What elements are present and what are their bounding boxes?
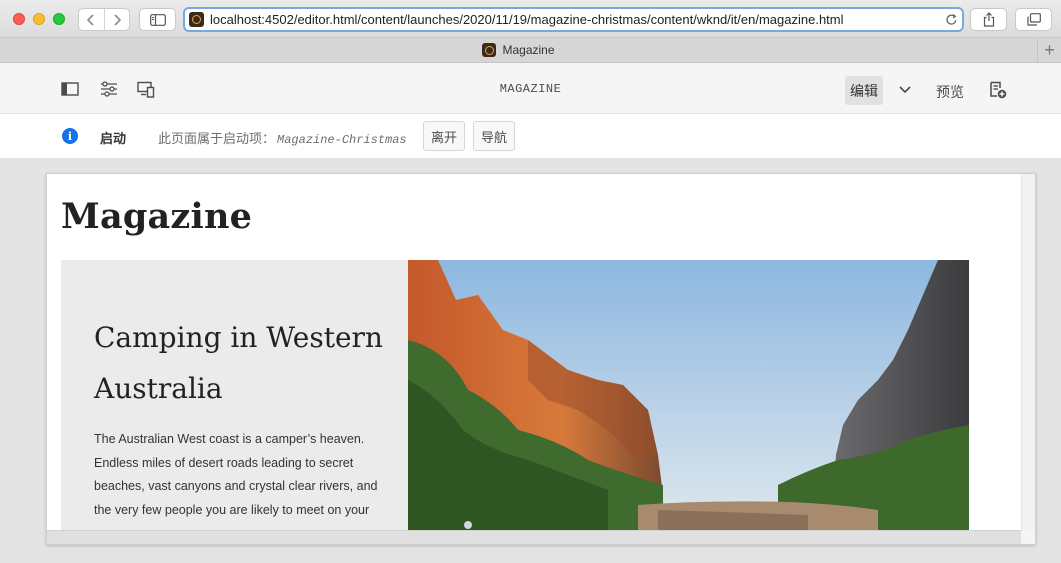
tab-bar: Magazine + bbox=[0, 38, 1061, 63]
reload-button[interactable] bbox=[940, 10, 962, 30]
launch-description: 此页面属于启动项： Magazine-Christmas bbox=[158, 128, 407, 147]
minimize-window-button[interactable] bbox=[33, 13, 45, 25]
chevron-right-icon bbox=[114, 13, 121, 26]
teaser-title[interactable]: Camping in Western Australia bbox=[94, 312, 394, 414]
mode-dropdown-button[interactable] bbox=[896, 83, 914, 97]
launch-label: 启动 bbox=[100, 131, 127, 146]
sidebar-icon bbox=[149, 13, 166, 26]
scrollbar-corner bbox=[1021, 530, 1035, 544]
launch-info-bar: i 启动 此页面属于启动项： Magazine-Christmas 离开 导航 bbox=[0, 114, 1061, 158]
navigate-launch-button[interactable]: 导航 bbox=[473, 121, 515, 151]
new-tab-button[interactable]: + bbox=[1037, 38, 1061, 62]
featured-teaser[interactable]: Camping in Western Australia The Austral… bbox=[61, 260, 969, 530]
publish-icon bbox=[990, 81, 1007, 99]
preview-button[interactable]: 预览 bbox=[936, 82, 964, 102]
reload-icon bbox=[945, 13, 956, 25]
page-content-frame[interactable]: Magazine Camping in Western Australia Th… bbox=[46, 173, 1036, 545]
close-window-button[interactable] bbox=[13, 13, 25, 25]
history-nav bbox=[78, 8, 130, 31]
site-favicon-icon bbox=[189, 12, 204, 27]
tabs-overview-button[interactable] bbox=[1015, 8, 1052, 31]
canyon-landscape-image bbox=[408, 260, 969, 530]
url-text[interactable]: localhost:4502/editor.html/content/launc… bbox=[210, 12, 940, 27]
tab-favicon-icon bbox=[482, 43, 497, 57]
info-icon: i bbox=[62, 128, 78, 144]
page-horizontal-scrollbar[interactable] bbox=[47, 530, 1021, 544]
editor-toolbar: MAGAZINE 编辑 预览 bbox=[0, 63, 1061, 114]
share-button[interactable] bbox=[970, 8, 1007, 31]
editor-canvas: Magazine Camping in Western Australia Th… bbox=[0, 158, 1061, 563]
address-bar[interactable]: localhost:4502/editor.html/content/launc… bbox=[183, 7, 964, 32]
page-heading[interactable]: Magazine bbox=[61, 196, 252, 237]
launch-name: Magazine-Christmas bbox=[277, 133, 407, 147]
chevron-down-icon bbox=[899, 86, 911, 94]
browser-titlebar: localhost:4502/editor.html/content/launc… bbox=[0, 0, 1061, 38]
teaser-description[interactable]: The Australian West coast is a camper’s … bbox=[94, 428, 384, 522]
chevron-left-icon bbox=[87, 13, 94, 26]
tab-title: Magazine bbox=[502, 43, 555, 57]
share-icon bbox=[983, 12, 994, 27]
edit-mode-button[interactable]: 编辑 bbox=[845, 76, 883, 105]
publish-button[interactable] bbox=[989, 81, 1007, 99]
teaser-image[interactable] bbox=[408, 260, 969, 530]
tabs-overview-icon bbox=[1026, 13, 1041, 26]
sidebar-toggle-button[interactable] bbox=[139, 8, 176, 31]
tab-magazine[interactable]: Magazine bbox=[0, 38, 1037, 62]
leave-launch-button[interactable]: 离开 bbox=[423, 121, 465, 151]
forward-button[interactable] bbox=[103, 9, 130, 30]
teaser-text-panel: Camping in Western Australia The Austral… bbox=[61, 260, 408, 530]
back-button[interactable] bbox=[79, 9, 104, 30]
launch-description-text: 此页面属于启动项： bbox=[158, 131, 276, 146]
page-vertical-scrollbar[interactable] bbox=[1021, 174, 1035, 530]
zoom-window-button[interactable] bbox=[53, 13, 65, 25]
